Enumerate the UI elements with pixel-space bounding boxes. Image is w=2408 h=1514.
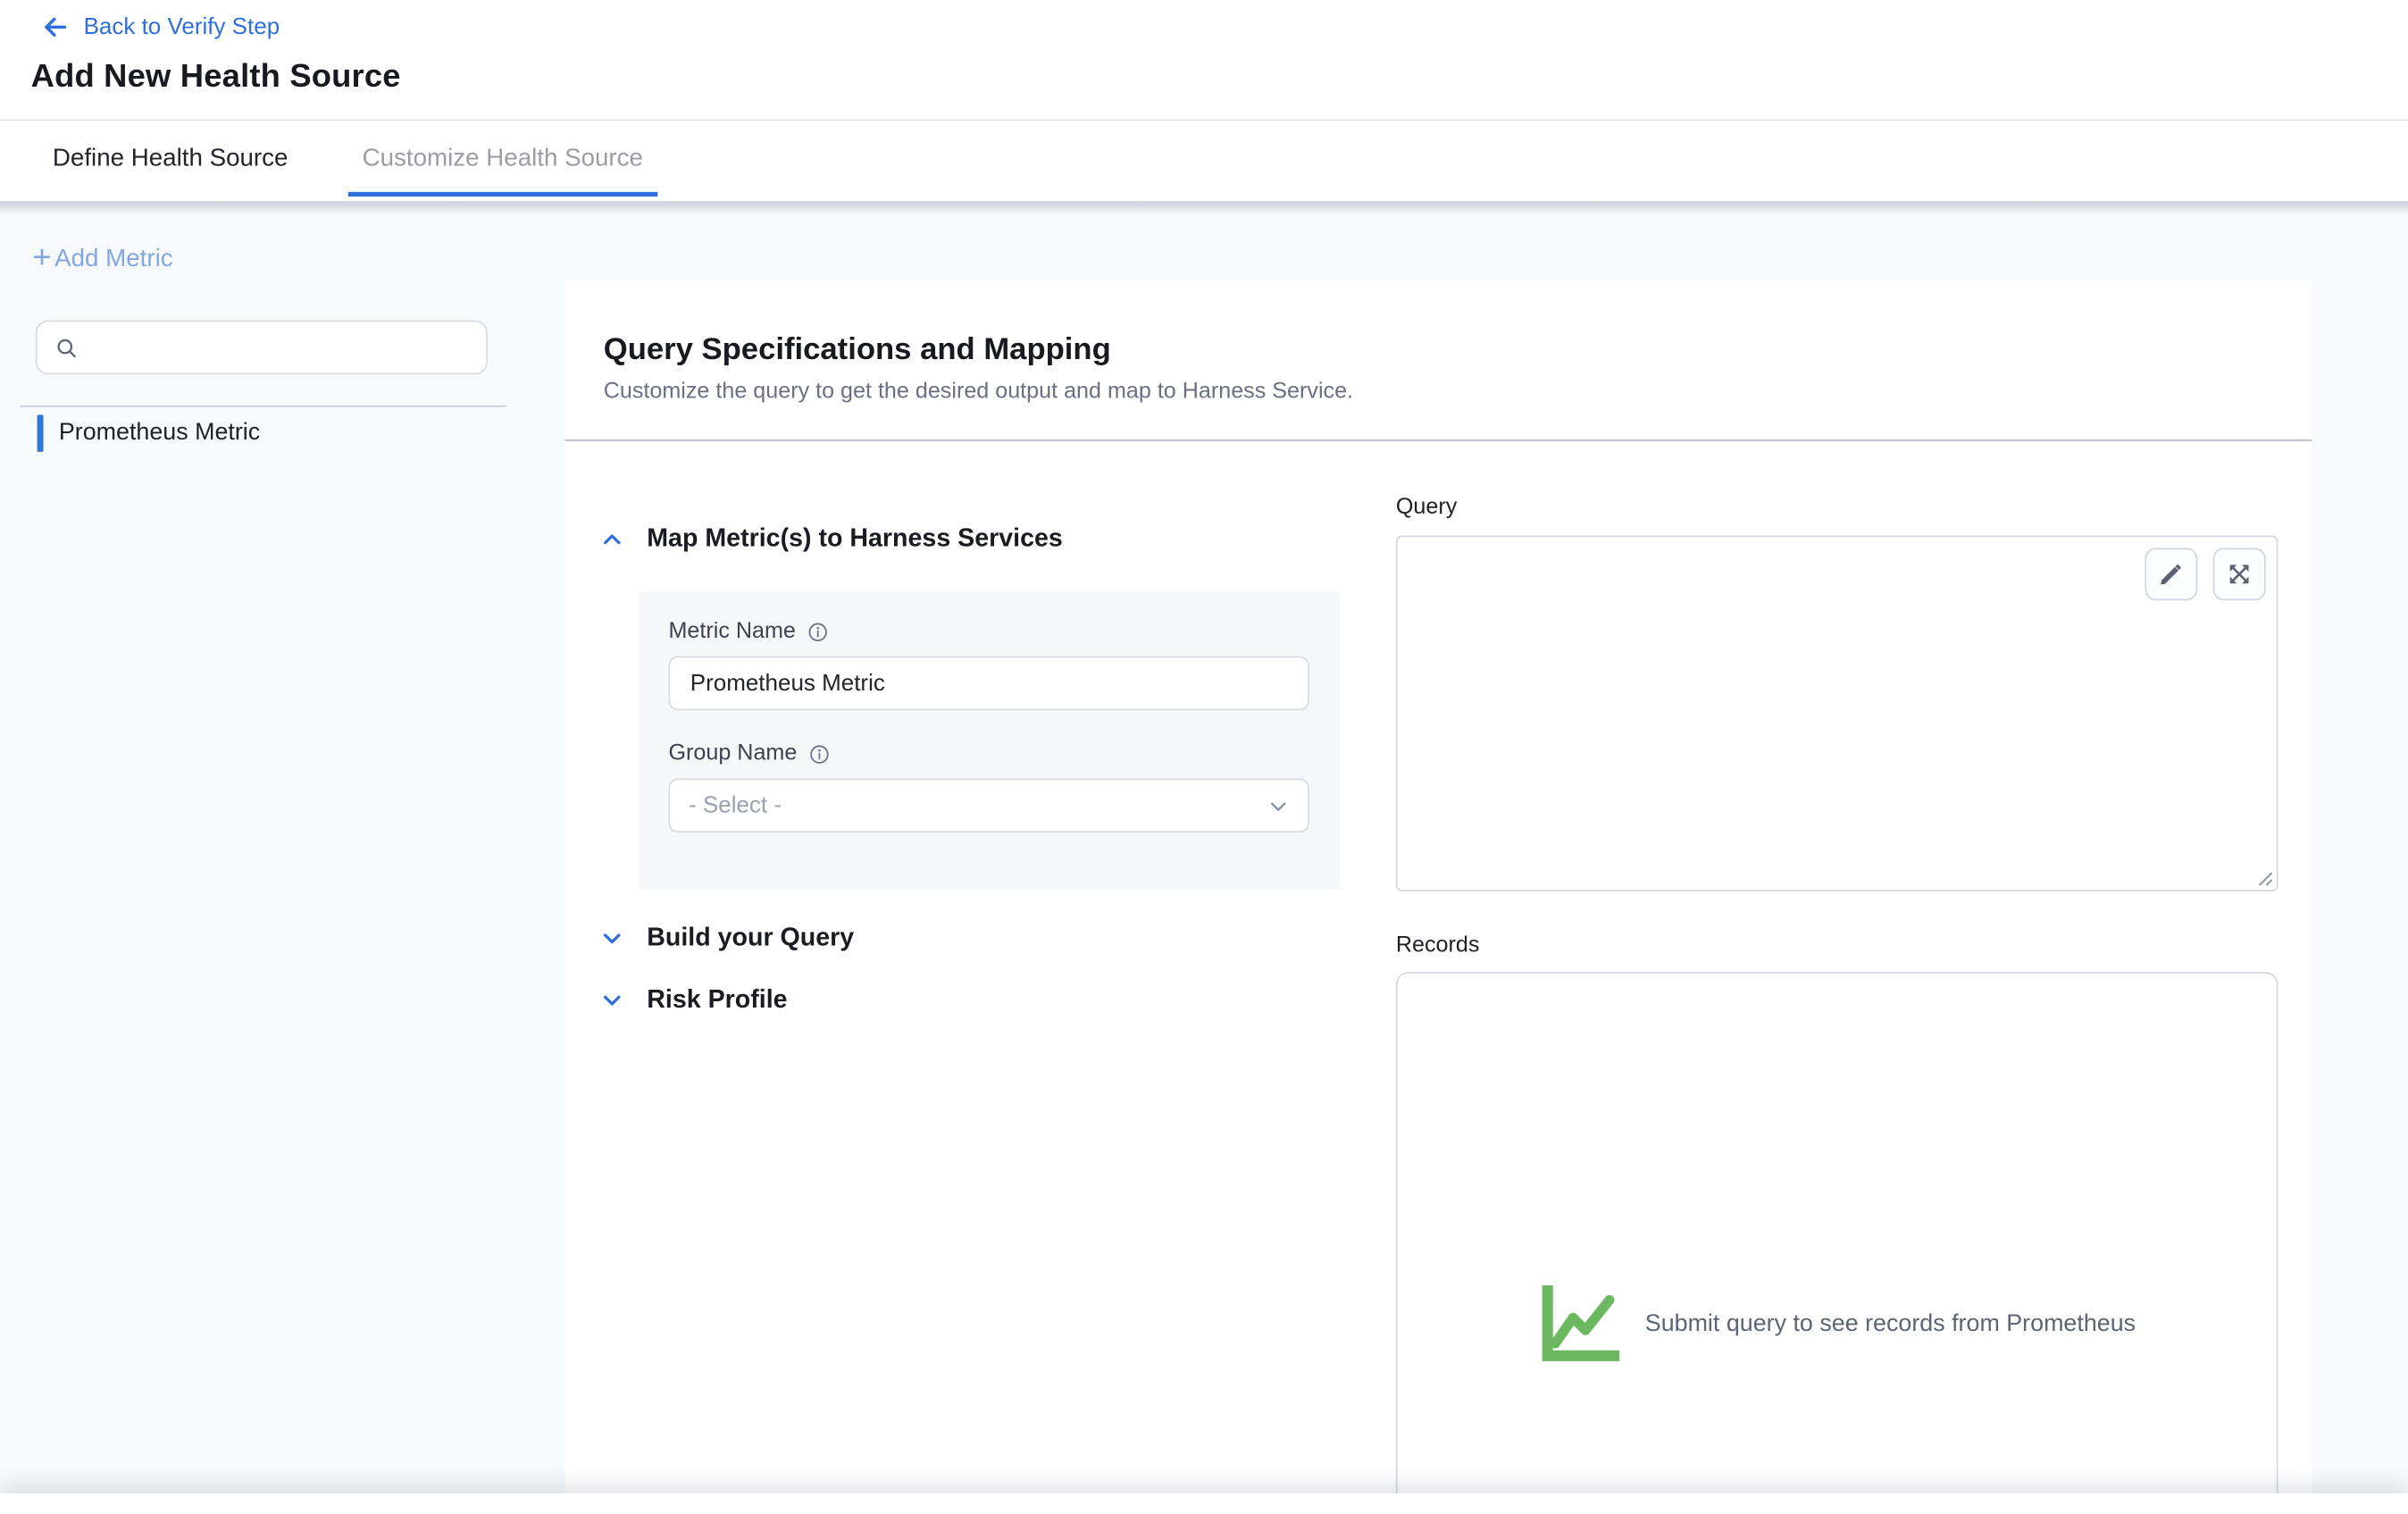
back-link[interactable]: Back to Verify Step xyxy=(40,13,280,42)
chart-icon xyxy=(1538,1283,1626,1365)
app-viewport: Back to Verify Step Add New Health Sourc… xyxy=(0,0,2408,1514)
query-specifications-panel: Query Specifications and Mapping Customi… xyxy=(564,280,2312,1514)
select-placeholder: - Select - xyxy=(689,792,782,818)
info-icon[interactable] xyxy=(807,620,830,643)
edit-query-button[interactable] xyxy=(2145,548,2197,600)
tab-label: Define Health Source xyxy=(53,145,288,172)
records-label: Records xyxy=(1396,933,1480,958)
add-metric-button[interactable]: + Add Metric xyxy=(32,245,172,274)
panel-title: Query Specifications and Mapping xyxy=(604,333,2274,369)
records-panel: Submit query to see records from Prometh… xyxy=(1396,972,2278,1513)
group-name-label: Group Name xyxy=(669,741,832,766)
chevron-down-icon xyxy=(600,927,623,950)
chevron-down-icon xyxy=(600,989,623,1012)
chevron-up-icon xyxy=(600,528,623,551)
pencil-icon xyxy=(2157,560,2185,588)
section-title: Risk Profile xyxy=(647,986,787,1016)
metric-name-input[interactable] xyxy=(669,657,1309,711)
tab-customize-health-source[interactable]: Customize Health Source xyxy=(348,121,657,197)
search-icon xyxy=(54,335,79,360)
metric-search xyxy=(36,321,488,375)
sidebar-item-prometheus-metric[interactable]: Prometheus Metric xyxy=(38,414,261,452)
page-title: Add New Health Source xyxy=(31,59,401,96)
query-editor[interactable] xyxy=(1396,535,2278,891)
expand-icon xyxy=(2226,560,2253,588)
metric-name-label: Metric Name xyxy=(669,619,831,644)
label-text: Metric Name xyxy=(669,619,796,644)
metrics-sidebar: + Add Metric Prometheus Metric xyxy=(0,201,564,1513)
back-arrow-icon xyxy=(40,13,70,42)
plus-icon: + xyxy=(32,241,51,273)
tab-bar: Define Health Source Customize Health So… xyxy=(38,121,656,197)
tab-define-health-source[interactable]: Define Health Source xyxy=(38,121,302,197)
tab-label: Customize Health Source xyxy=(363,145,643,172)
footer-bar xyxy=(0,1493,2408,1514)
section-title: Build your Query xyxy=(647,924,854,953)
sidebar-divider xyxy=(21,406,506,407)
section-map-metrics-toggle[interactable]: Map Metric(s) to Harness Services xyxy=(600,524,1063,554)
back-link-label: Back to Verify Step xyxy=(84,14,280,40)
content-area: + Add Metric Prometheus Metric Query Spe… xyxy=(0,201,2408,1513)
group-name-select[interactable]: - Select - xyxy=(669,779,1309,833)
query-toolbar xyxy=(2145,548,2265,600)
metric-item-label: Prometheus Metric xyxy=(59,420,260,448)
section-risk-profile-toggle[interactable]: Risk Profile xyxy=(600,986,787,1016)
add-metric-label: Add Metric xyxy=(54,246,172,273)
records-empty-state: Submit query to see records from Prometh… xyxy=(1398,1283,2277,1365)
expand-query-button[interactable] xyxy=(2213,548,2266,600)
info-icon[interactable] xyxy=(807,742,831,765)
resize-handle-icon[interactable] xyxy=(2253,866,2274,887)
panel-divider xyxy=(564,439,2312,441)
selected-indicator xyxy=(38,414,44,452)
records-empty-message: Submit query to see records from Prometh… xyxy=(1645,1310,2136,1338)
label-text: Group Name xyxy=(669,741,798,766)
chevron-down-icon xyxy=(1267,795,1289,816)
panel-subtitle: Customize the query to get the desired o… xyxy=(604,379,2274,404)
map-metrics-form: Metric Name Group Name - Select - xyxy=(640,591,1341,890)
page-header: Back to Verify Step Add New Health Sourc… xyxy=(0,0,2408,201)
query-label: Query xyxy=(1396,495,1457,520)
section-title: Map Metric(s) to Harness Services xyxy=(647,524,1063,554)
metric-search-input[interactable] xyxy=(91,333,469,361)
section-build-your-query-toggle[interactable]: Build your Query xyxy=(600,924,854,953)
panel-head: Query Specifications and Mapping Customi… xyxy=(564,280,2312,405)
